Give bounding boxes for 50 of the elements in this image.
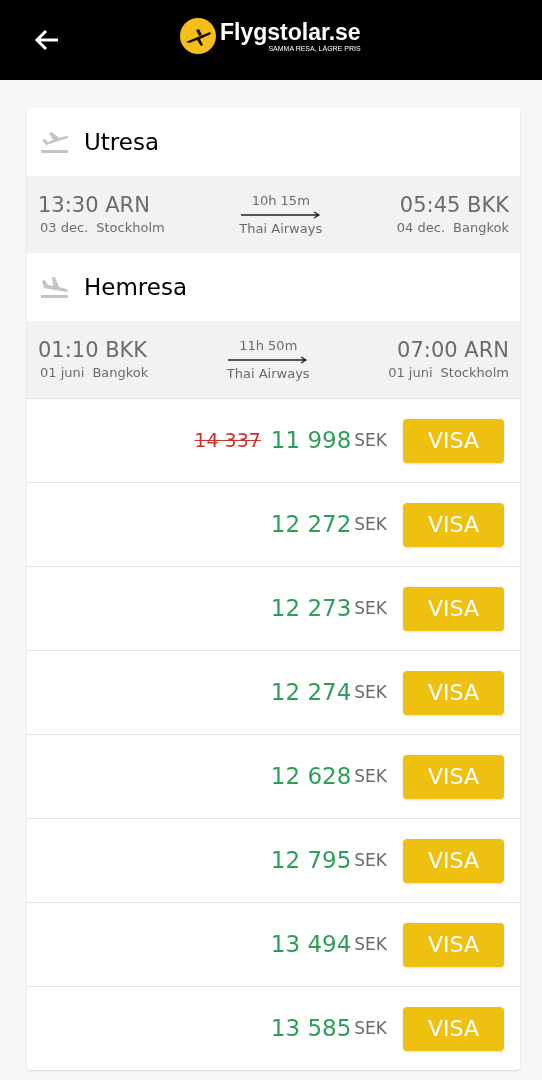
offer-price: 12 274 [270, 678, 352, 708]
brand-name: Flygstolar.se [220, 19, 361, 45]
offer-price: 12 272 [270, 510, 352, 540]
offer-price: 11 998 [270, 426, 352, 456]
original-price: 14 337 [194, 428, 261, 454]
currency-label: SEK [354, 932, 387, 956]
currency-label: SEK [354, 764, 387, 788]
arrival-time: 05:45 BKK [399, 191, 509, 218]
offer-price: 12 273 [270, 594, 352, 624]
airline-name: Thai Airways [239, 219, 323, 238]
departure-city: Stockholm [96, 218, 165, 237]
departure-date: 01 juni [40, 363, 85, 382]
view-offer-button[interactable]: VISA [403, 922, 504, 967]
currency-label: SEK [354, 428, 387, 452]
view-offer-button[interactable]: VISA [403, 418, 504, 463]
departure-time: 01:10 BKK [38, 336, 149, 363]
view-offer-button[interactable]: VISA [403, 502, 504, 547]
arrival-date: 01 juni [388, 363, 433, 382]
offer-price: 13 494 [270, 930, 352, 960]
offer-price: 12 628 [270, 762, 352, 792]
view-offer-button[interactable]: VISA [403, 838, 504, 883]
leg-title: Utresa [84, 127, 160, 157]
view-offer-button[interactable]: VISA [403, 1006, 504, 1051]
currency-label: SEK [354, 848, 387, 872]
arrow-icon [240, 210, 321, 219]
back-arrow-icon [34, 29, 60, 51]
landing-icon [40, 275, 70, 299]
currency-label: SEK [354, 512, 387, 536]
arrival-city: Bangkok [453, 218, 509, 237]
flight-duration: 11h 50m [239, 337, 298, 355]
departure-date: 03 dec. [40, 218, 89, 237]
offer-price: 13 585 [270, 1014, 352, 1044]
currency-label: SEK [354, 1016, 387, 1040]
offer-price: 12 795 [270, 846, 352, 876]
arrow-icon [228, 355, 309, 364]
logo-icon [180, 18, 216, 54]
currency-label: SEK [354, 680, 387, 704]
arrival-date: 04 dec. [396, 218, 446, 237]
airline-name: Thai Airways [226, 364, 310, 383]
arrival-city: Stockholm [440, 363, 509, 382]
arrival-time: 07:00 ARN [397, 336, 509, 363]
view-offer-button[interactable]: VISA [403, 586, 504, 631]
flight-duration: 10h 15m [251, 192, 310, 210]
currency-label: SEK [354, 596, 387, 620]
view-offer-button[interactable]: VISA [403, 670, 504, 715]
leg-title: Hemresa [84, 272, 188, 302]
departure-city: Bangkok [92, 363, 149, 382]
departure-time: 13:30 ARN [38, 191, 151, 218]
takeoff-icon [40, 130, 70, 154]
view-offer-button[interactable]: VISA [403, 754, 504, 799]
